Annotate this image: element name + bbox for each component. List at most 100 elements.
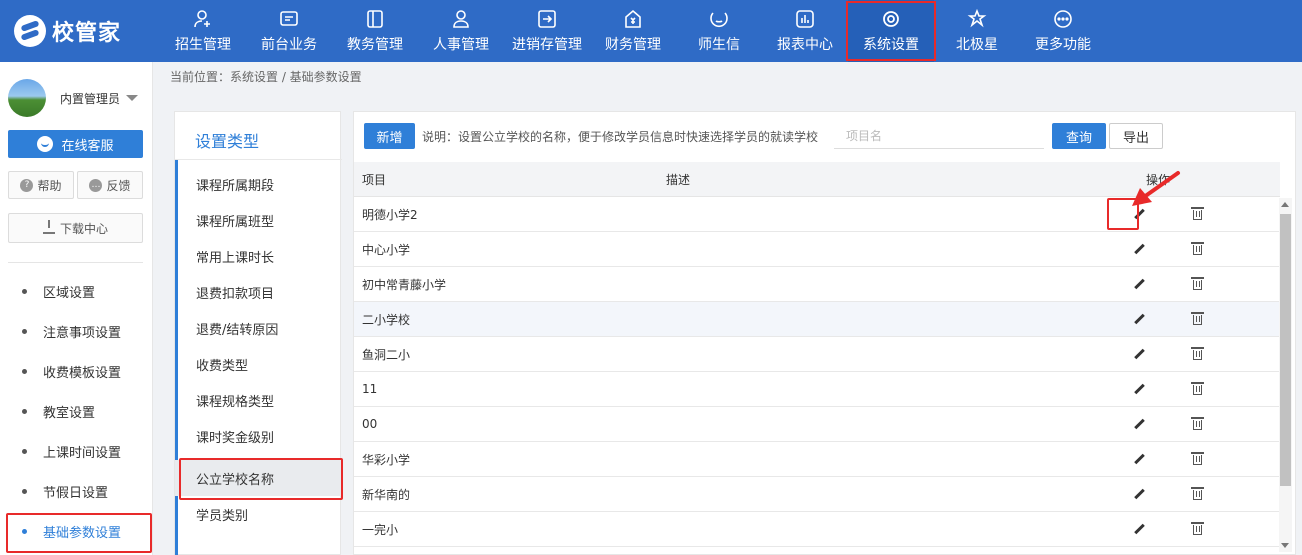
feedback-button[interactable]: … 反馈 [77, 171, 143, 199]
trash-icon [1190, 487, 1204, 500]
sidebar-item-5[interactable]: 节假日设置 [0, 471, 153, 511]
nav-item-label: 人事管理 [433, 37, 489, 53]
scroll-up-icon[interactable] [1281, 202, 1289, 207]
pencil-icon [1134, 489, 1144, 499]
nav-item-3[interactable]: 人事管理 [418, 0, 504, 62]
nav-item-6[interactable]: 师生信 [676, 0, 762, 62]
cell-item: 华彩小学 [362, 452, 411, 467]
table-row[interactable]: 华彩小学 [354, 442, 1280, 477]
nav-item-1[interactable]: 前台业务 [246, 0, 332, 62]
settings-type-list: 课程所属期段 课程所属班型 常用上课时长 退费扣款项目 退费/结转原因 收费类型 课程规格类… [175, 166, 343, 532]
delete-button[interactable] [1168, 487, 1226, 500]
nav-item-label: 北极星 [956, 37, 998, 53]
settings-type-item-3[interactable]: 退费扣款项目 [175, 274, 342, 310]
sidebar-item-1[interactable]: 注意事项设置 [0, 311, 153, 351]
sidebar-item-label: 上课时间设置 [43, 445, 122, 461]
scroll-down-icon[interactable] [1281, 543, 1289, 548]
nav-item-10[interactable]: 更多功能 [1020, 0, 1106, 62]
toolbar: 新增 说明：设置公立学校的名称，便于修改学员信息时快速选择学员的就读学校 查询 … [364, 123, 1284, 149]
settings-type-item-5[interactable]: 收费类型 [175, 346, 342, 382]
edit-button[interactable] [1110, 349, 1168, 359]
online-service-button[interactable]: 在线客服 [8, 130, 143, 158]
nav-item-0[interactable]: 招生管理 [160, 0, 246, 62]
help-button[interactable]: ? 帮助 [8, 171, 74, 199]
delete-button[interactable] [1168, 417, 1226, 430]
nav-item-9[interactable]: 北极星 [934, 0, 1020, 62]
settings-type-item-1[interactable]: 课程所属班型 [175, 202, 342, 238]
edit-button[interactable] [1110, 524, 1168, 534]
settings-type-item-8[interactable]: 公立学校名称 [175, 458, 343, 500]
sidebar-item-label: 基础参数设置 [43, 525, 122, 541]
edit-button[interactable] [1110, 384, 1168, 394]
pencil-icon [1134, 524, 1144, 534]
edit-button[interactable] [1110, 244, 1168, 254]
search-input[interactable] [834, 123, 1044, 149]
pencil-icon [1134, 454, 1144, 464]
sidebar-item-label: 节假日设置 [43, 485, 109, 501]
edit-button[interactable] [1110, 314, 1168, 324]
table-row[interactable]: 00 [354, 407, 1280, 442]
delete-button[interactable] [1168, 382, 1226, 395]
table-row[interactable]: 新华南的 [354, 477, 1280, 512]
delete-button[interactable] [1168, 312, 1226, 325]
nav-item-2[interactable]: 教务管理 [332, 0, 418, 62]
user-menu[interactable]: 内置管理员 [8, 78, 148, 118]
table-scrollbar[interactable] [1279, 198, 1292, 552]
bullet-icon [22, 328, 27, 334]
edit-button[interactable] [1110, 419, 1168, 429]
settings-type-item-2[interactable]: 常用上课时长 [175, 238, 342, 274]
nav-item-7[interactable]: 报表中心 [762, 0, 848, 62]
bullet-icon [22, 368, 27, 374]
edit-button[interactable] [1110, 279, 1168, 289]
brand-name: 校管家 [52, 21, 122, 46]
download-center-button[interactable]: 下载中心 [8, 213, 143, 243]
inventory-icon [536, 8, 558, 30]
cell-item: 一完小 [362, 522, 399, 537]
delete-button[interactable] [1168, 277, 1226, 290]
export-button[interactable]: 导出 [1109, 123, 1163, 149]
cell-item: 新华南的 [362, 487, 411, 502]
star-icon [966, 8, 988, 30]
annotation-arrow-icon [1132, 171, 1180, 206]
smile-icon [37, 136, 54, 152]
brand-logo[interactable]: 校管家 [14, 14, 121, 48]
help-feedback-group: ? 帮助 … 反馈 [8, 171, 143, 199]
nav-item-4[interactable]: 进销存管理 [504, 0, 590, 62]
chevron-down-icon [126, 95, 139, 101]
online-service-label: 在线客服 [61, 138, 114, 154]
delete-button[interactable] [1168, 452, 1226, 465]
query-button[interactable]: 查询 [1052, 123, 1106, 149]
data-table: 项目 描述 操作 明德小学2 中心小学 初中常青藤小学 二小学校 鱼洞二小 11 00 华彩小… [354, 162, 1280, 547]
settings-type-item-6[interactable]: 课程规格类型 [175, 382, 342, 418]
sidebar-item-3[interactable]: 教室设置 [0, 391, 153, 431]
delete-button[interactable] [1168, 242, 1226, 255]
settings-type-item-7[interactable]: 课时奖金级别 [175, 418, 342, 454]
sidebar-item-2[interactable]: 收费模板设置 [0, 351, 153, 391]
nav-item-label: 系统设置 [863, 37, 919, 53]
scroll-thumb[interactable] [1280, 214, 1291, 486]
table-row[interactable]: 11 [354, 372, 1280, 407]
sidebar-item-4[interactable]: 上课时间设置 [0, 431, 153, 471]
bullet-icon [22, 488, 27, 494]
delete-button[interactable] [1168, 522, 1226, 535]
settings-type-item-0[interactable]: 课程所属期段 [175, 166, 342, 202]
table-row[interactable]: 初中常青藤小学 [354, 267, 1280, 302]
settings-type-item-4[interactable]: 退费/结转原因 [175, 310, 342, 346]
table-row[interactable]: 二小学校 [354, 302, 1280, 337]
settings-type-item-9[interactable]: 学员类别 [175, 496, 342, 532]
nav-item-5[interactable]: 财务管理 [590, 0, 676, 62]
edit-button[interactable] [1110, 454, 1168, 464]
nav-item-8[interactable]: 系统设置 [846, 0, 936, 62]
sidebar-item-0[interactable]: 区域设置 [0, 271, 153, 311]
table-row[interactable]: 中心小学 [354, 232, 1280, 267]
table-row[interactable]: 一完小 [354, 512, 1280, 547]
table-row[interactable]: 鱼洞二小 [354, 337, 1280, 372]
edit-button[interactable] [1110, 489, 1168, 499]
hint-text: 说明：设置公立学校的名称，便于修改学员信息时快速选择学员的就读学校 [422, 130, 819, 144]
add-button[interactable]: 新增 [364, 123, 415, 149]
sidebar-item-label: 收费模板设置 [43, 365, 122, 381]
sidebar-item-6[interactable]: 基础参数设置 [0, 511, 153, 553]
nav-item-label: 前台业务 [261, 37, 317, 53]
delete-button[interactable] [1168, 347, 1226, 360]
breadcrumb: 当前位置：系统设置 / 基础参数设置 [170, 70, 362, 84]
